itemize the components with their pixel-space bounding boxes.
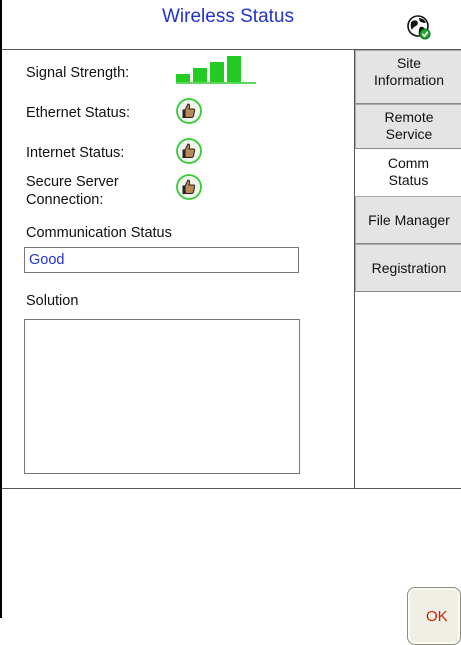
tab-comm-status[interactable]: Comm Status	[355, 149, 461, 195]
tab-label-line1: Registration	[371, 260, 447, 276]
thumbs-up-icon	[176, 138, 202, 164]
tab-registration[interactable]: Registration	[355, 244, 461, 292]
tab-label-line1: Remote	[384, 109, 434, 125]
thumbs-up-icon	[176, 98, 202, 124]
signal-bars-icon	[176, 56, 256, 84]
tab-label-line1: Site	[396, 55, 422, 71]
page-title: Wireless Status	[162, 6, 294, 27]
solution-textarea[interactable]	[24, 319, 300, 474]
tab-site-information[interactable]: Site Information	[355, 50, 461, 104]
tab-label-line1: Comm	[387, 155, 430, 171]
secure-server-label-line2: Connection:	[26, 192, 104, 208]
internet-status-label: Internet Status:	[26, 145, 125, 161]
secure-server-label-line1: Secure Server	[26, 174, 119, 190]
tab-remote-service[interactable]: Remote Service	[355, 104, 461, 149]
sidebar-tabs: Site Information Remote Service Comm Sta…	[354, 50, 461, 488]
thumbs-up-icon	[176, 174, 202, 200]
tab-label-line2: Service	[385, 126, 433, 142]
ethernet-status-label: Ethernet Status:	[26, 105, 130, 121]
ok-button[interactable]: OK	[407, 587, 461, 645]
ok-button-label: OK	[426, 608, 448, 625]
tab-label-line2: Information	[373, 72, 445, 88]
tab-label-line1: File Manager	[368, 212, 450, 228]
tab-label-line2: Status	[388, 172, 429, 188]
solution-label: Solution	[26, 293, 79, 309]
communication-status-field: Good	[24, 247, 299, 273]
signal-strength-label: Signal Strength:	[26, 65, 130, 81]
footer-divider	[2, 488, 461, 489]
tab-file-manager[interactable]: File Manager	[355, 196, 461, 244]
communication-status-value: Good	[29, 252, 65, 268]
header-bar: Wireless Status	[2, 0, 461, 50]
communication-status-label: Communication Status	[26, 225, 172, 241]
globe-connected-icon	[407, 15, 431, 40]
